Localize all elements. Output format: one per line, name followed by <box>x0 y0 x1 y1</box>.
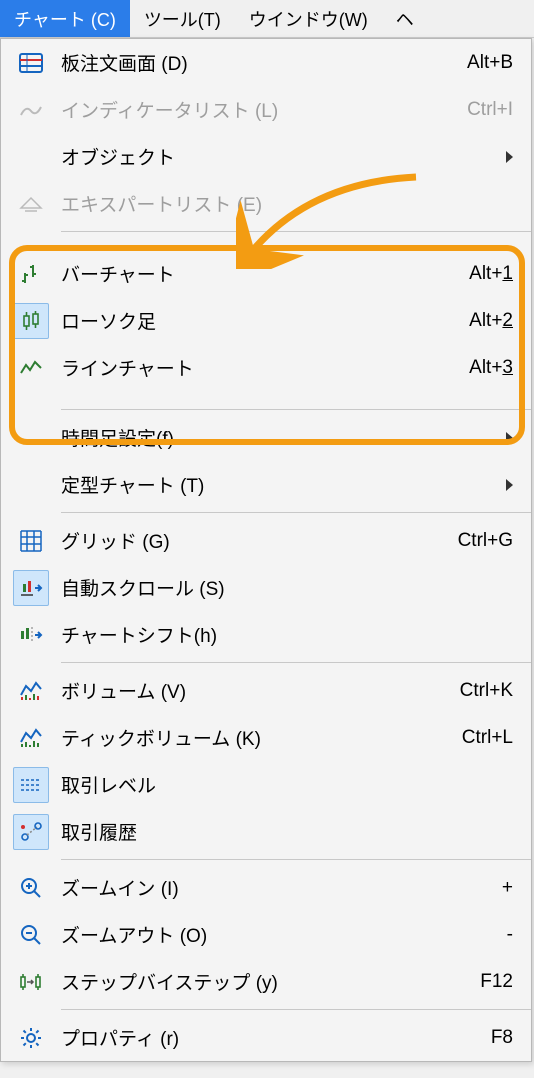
menu-indicator-list: インディケータリスト (L) Ctrl+I <box>1 86 531 133</box>
volume-icon <box>1 680 61 702</box>
separator <box>61 512 531 513</box>
submenu-arrow-icon <box>506 479 513 491</box>
shortcut: + <box>502 877 513 899</box>
menu-label: 板注文画面 (D) <box>61 49 459 76</box>
menu-label: バーチャート <box>61 260 461 287</box>
shortcut: Ctrl+L <box>462 727 513 749</box>
menu-label: 自動スクロール (S) <box>61 574 513 601</box>
menu-label: プロパティ (r) <box>61 1024 483 1051</box>
menu-trade-level[interactable]: 取引レベル <box>1 761 531 808</box>
step-by-step-icon <box>1 971 61 993</box>
menu-label: ズームアウト (O) <box>61 921 499 948</box>
shortcut: Alt+2 <box>469 310 513 332</box>
menubar-window[interactable]: ウインドウ(W) <box>235 0 382 37</box>
menu-label: ローソク足 <box>61 307 461 334</box>
separator <box>61 231 531 232</box>
chartshift-icon <box>1 625 61 645</box>
menu-dom[interactable]: 板注文画面 (D) Alt+B <box>1 39 531 86</box>
shortcut: Ctrl+G <box>458 530 513 552</box>
submenu-arrow-icon <box>506 151 513 163</box>
shortcut: F8 <box>491 1027 513 1049</box>
zoom-in-icon <box>1 876 61 900</box>
dom-icon <box>1 53 61 73</box>
menu-zoom-out[interactable]: ズームアウト (O) - <box>1 911 531 958</box>
menu-tick-volume[interactable]: ティックボリューム (K) Ctrl+L <box>1 714 531 761</box>
menu-template[interactable]: 定型チャート (T) <box>1 461 531 508</box>
shortcut: Alt+1 <box>469 263 513 285</box>
menu-label: ティックボリューム (K) <box>61 724 454 751</box>
shortcut: F12 <box>480 971 513 993</box>
menu-line-chart[interactable]: ラインチャート Alt+3 <box>1 344 531 391</box>
zoom-out-icon <box>1 923 61 947</box>
menu-autoscroll[interactable]: 自動スクロール (S) <box>1 564 531 611</box>
menu-objects[interactable]: オブジェクト <box>1 133 531 180</box>
menubar-help[interactable]: ヘ <box>382 0 428 37</box>
chart-dropdown: 板注文画面 (D) Alt+B インディケータリスト (L) Ctrl+I オブ… <box>0 38 532 1062</box>
line-chart-icon <box>1 359 61 377</box>
separator <box>61 1009 531 1010</box>
shortcut: Ctrl+I <box>467 99 513 121</box>
menu-expert-list: エキスパートリスト (E) <box>1 180 531 227</box>
menu-label: 時間足設定(f) <box>61 424 498 451</box>
tick-volume-icon <box>1 727 61 749</box>
shortcut: Alt+B <box>467 52 513 74</box>
menu-trade-history[interactable]: 取引履歴 <box>1 808 531 855</box>
menu-label: オブジェクト <box>61 143 498 170</box>
expert-list-icon <box>1 194 61 214</box>
menu-bar-chart[interactable]: バーチャート Alt+1 <box>1 250 531 297</box>
menu-label: ラインチャート <box>61 354 461 381</box>
menu-step-by-step[interactable]: ステップバイステップ (y) F12 <box>1 958 531 1005</box>
separator <box>61 859 531 860</box>
candlestick-icon <box>13 303 49 339</box>
menu-label: ズームイン (I) <box>61 874 494 901</box>
menu-chartshift[interactable]: チャートシフト(h) <box>1 611 531 658</box>
menu-timeframe[interactable]: 時間足設定(f) <box>1 414 531 461</box>
autoscroll-icon <box>13 570 49 606</box>
bar-chart-icon <box>1 263 61 285</box>
menu-label: インディケータリスト (L) <box>61 96 459 123</box>
menu-candlestick[interactable]: ローソク足 Alt+2 <box>1 297 531 344</box>
menubar-chart[interactable]: チャート (C) <box>0 0 130 37</box>
grid-icon <box>1 530 61 552</box>
shortcut: Ctrl+K <box>460 680 513 702</box>
menu-zoom-in[interactable]: ズームイン (I) + <box>1 864 531 911</box>
trade-history-icon <box>13 814 49 850</box>
indicator-list-icon <box>1 101 61 119</box>
menu-label: 取引履歴 <box>61 818 513 845</box>
menubar-tool[interactable]: ツール(T) <box>130 0 235 37</box>
menu-volume[interactable]: ボリューム (V) Ctrl+K <box>1 667 531 714</box>
shortcut: Alt+3 <box>469 357 513 379</box>
separator <box>61 409 531 410</box>
menu-label: チャートシフト(h) <box>61 621 513 648</box>
menu-label: エキスパートリスト (E) <box>61 190 513 217</box>
menu-grid[interactable]: グリッド (G) Ctrl+G <box>1 517 531 564</box>
menubar: チャート (C) ツール(T) ウインドウ(W) ヘ <box>0 0 534 38</box>
properties-icon <box>1 1026 61 1050</box>
menu-label: ボリューム (V) <box>61 677 452 704</box>
menu-label: ステップバイステップ (y) <box>61 968 472 995</box>
menu-label: 取引レベル <box>61 771 513 798</box>
trade-level-icon <box>13 767 49 803</box>
menu-properties[interactable]: プロパティ (r) F8 <box>1 1014 531 1061</box>
menu-label: 定型チャート (T) <box>61 471 498 498</box>
shortcut: - <box>507 924 513 946</box>
submenu-arrow-icon <box>506 432 513 444</box>
separator <box>61 662 531 663</box>
menu-label: グリッド (G) <box>61 527 450 554</box>
